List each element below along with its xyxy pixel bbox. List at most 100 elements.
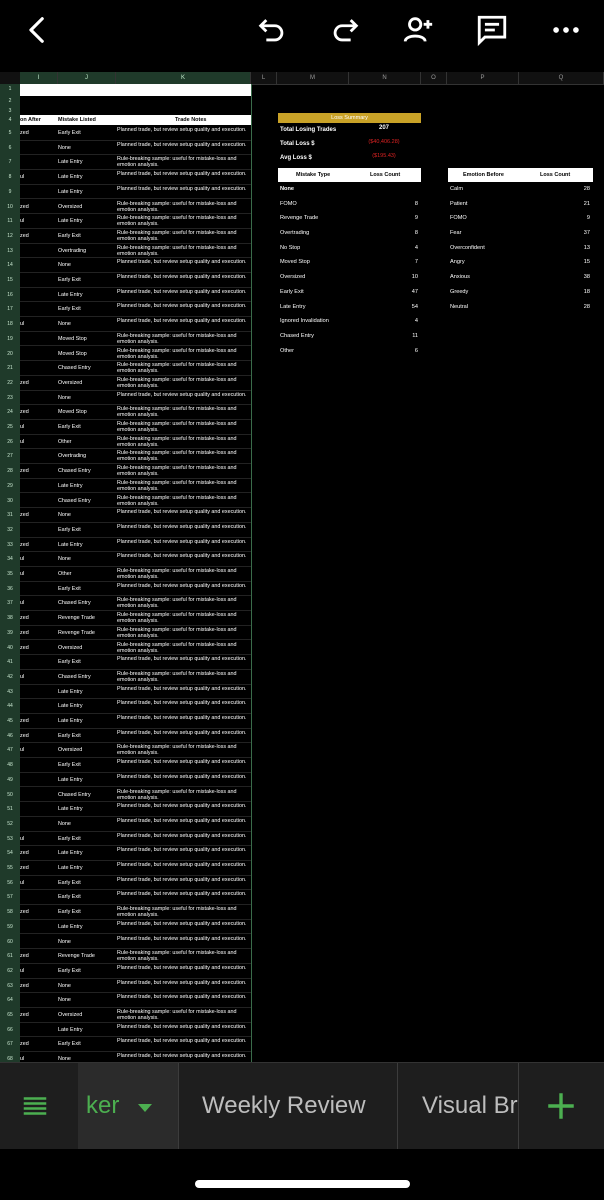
trade-notes-cell[interactable]: Planned trade, but review setup quality … (117, 656, 251, 662)
trade-notes-cell[interactable]: Planned trade, but review setup quality … (117, 847, 251, 853)
row-number[interactable]: 64 (0, 997, 20, 1003)
row-number[interactable]: 36 (0, 586, 20, 592)
trade-notes-cell[interactable]: Rule-breaking sample: useful for mistake… (117, 450, 251, 462)
mistake-listed-cell[interactable]: Early Exit (58, 909, 115, 915)
emotion-after-cell[interactable]: ul (20, 880, 58, 886)
row-number[interactable]: 9 (0, 189, 20, 195)
mistake_table-row[interactable]: Moved Stop 7 (278, 255, 421, 270)
row-number[interactable]: 20 (0, 351, 20, 357)
row-number[interactable]: 59 (0, 924, 20, 930)
trade-notes-cell[interactable]: Planned trade, but review setup quality … (117, 921, 251, 927)
redo-icon[interactable] (325, 10, 365, 50)
mistake-listed-cell[interactable]: None (58, 262, 115, 268)
mistake-listed-cell[interactable]: Chased Entry (58, 365, 115, 371)
mistake-listed-cell[interactable]: Overtrading (58, 453, 115, 459)
row-number[interactable]: 38 (0, 615, 20, 621)
emotion-after-cell[interactable]: zed (20, 512, 58, 518)
mistake-listed-cell[interactable]: Moved Stop (58, 336, 115, 342)
mistake-listed-cell[interactable]: Oversized (58, 645, 115, 651)
row-number[interactable]: 12 (0, 233, 20, 239)
row-number[interactable]: 45 (0, 718, 20, 724)
trade-notes-cell[interactable]: Planned trade, but review setup quality … (117, 803, 251, 809)
table-row[interactable]: zed Revenge Trade Rule-breaking sample: us… (20, 626, 251, 641)
row-number[interactable]: 60 (0, 939, 20, 945)
row-number[interactable]: 30 (0, 498, 20, 504)
trade-notes-cell[interactable]: Planned trade, but review setup quality … (117, 965, 251, 971)
mistake-listed-cell[interactable]: None (58, 939, 115, 945)
table-row[interactable]: None Planned trade, but review setup qual… (20, 993, 251, 1008)
mistake-listed-cell[interactable]: Chased Entry (58, 600, 115, 606)
trade-notes-cell[interactable]: Planned trade, but review setup quality … (117, 936, 251, 942)
table-row[interactable]: Late Entry Planned trade, but review setu… (20, 685, 251, 700)
trade-notes-cell[interactable]: Planned trade, but review setup quality … (117, 1038, 251, 1044)
emotion-after-cell[interactable]: zed (20, 380, 58, 386)
trade-notes-cell[interactable]: Planned trade, but review setup quality … (117, 142, 251, 148)
trade-notes-cell[interactable]: Planned trade, but review setup quality … (117, 524, 251, 530)
trade-notes-cell[interactable]: Planned trade, but review setup quality … (117, 171, 251, 177)
row-number[interactable]: 7 (0, 159, 20, 165)
mistake-listed-cell[interactable]: Early Exit (58, 836, 115, 842)
mistake-listed-cell[interactable]: Late Entry (58, 924, 115, 930)
trade-notes-cell[interactable]: Rule-breaking sample: useful for mistake… (117, 406, 251, 418)
emotion-after-cell[interactable]: zed (20, 733, 58, 739)
table-row[interactable]: Moved Stop Rule-breaking sample: useful f… (20, 332, 251, 347)
header-emotion-after[interactable]: on After (20, 115, 41, 125)
row-number[interactable]: 15 (0, 277, 20, 283)
loss-count-header[interactable]: Loss Count (540, 172, 570, 178)
mistake-listed-cell[interactable]: Overtrading (58, 248, 115, 254)
table-row[interactable]: ul Oversized Rule-breaking sample: useful … (20, 743, 251, 759)
trade-notes-cell[interactable]: Planned trade, but review setup quality … (117, 186, 251, 192)
trade-notes-cell[interactable]: Rule-breaking sample: useful for mistake… (117, 436, 251, 448)
table-row[interactable]: Late Entry Planned trade, but review setu… (20, 288, 251, 303)
row-number[interactable]: 50 (0, 792, 20, 798)
mistake_table-row[interactable]: Early Exit 47 (278, 285, 421, 300)
table-row[interactable]: ul Late Entry Rule-breaking sample: useful… (20, 214, 251, 229)
row-number[interactable]: 3 (0, 108, 20, 114)
emotion-after-cell[interactable]: ul (20, 747, 58, 753)
emotion_table-row[interactable]: FOMO 9 (448, 211, 593, 226)
mistake_table-row[interactable]: Ignored Invalidation 4 (278, 314, 421, 329)
row-number[interactable]: 43 (0, 689, 20, 695)
trade-notes-cell[interactable]: Planned trade, but review setup quality … (117, 274, 251, 280)
trade-notes-cell[interactable]: Planned trade, but review setup quality … (117, 686, 251, 692)
row-number[interactable]: 46 (0, 733, 20, 739)
table-row[interactable]: Late Entry Planned trade, but review setu… (20, 699, 251, 714)
mistake-listed-cell[interactable]: Early Exit (58, 233, 115, 239)
emotion-after-cell[interactable]: zed (20, 953, 58, 959)
table-row[interactable]: Late Entry Rule-breaking sample: useful f… (20, 155, 251, 171)
table-row[interactable]: Late Entry Planned trade, but review setu… (20, 1023, 251, 1038)
row-number[interactable]: 39 (0, 630, 20, 636)
mistake-listed-cell[interactable]: Early Exit (58, 880, 115, 886)
emotion-after-cell[interactable]: zed (20, 909, 58, 915)
table-row[interactable]: Late Entry Rule-breaking sample: useful f… (20, 479, 251, 494)
table-row[interactable]: Early Exit Planned trade, but review setu… (20, 273, 251, 288)
emotion-after-cell[interactable]: ul (20, 218, 58, 224)
table-row[interactable]: ul Other Rule-breaking sample: useful for … (20, 567, 251, 582)
mistake-listed-cell[interactable]: Early Exit (58, 894, 115, 900)
row-number[interactable]: 4 (0, 117, 20, 123)
table-row[interactable]: Chased Entry Rule-breaking sample: useful… (20, 361, 251, 376)
summary-line[interactable]: Total Losing Trades 207 (278, 123, 421, 137)
row-number[interactable]: 34 (0, 556, 20, 562)
trade-notes-cell[interactable]: Planned trade, but review setup quality … (117, 127, 251, 133)
trade-notes-cell[interactable]: Rule-breaking sample: useful for mistake… (117, 1009, 251, 1021)
emotion-after-cell[interactable]: zed (20, 983, 58, 989)
mistake-listed-cell[interactable]: Other (58, 439, 115, 445)
trade-notes-cell[interactable]: Planned trade, but review setup quality … (117, 539, 251, 545)
trade-notes-cell[interactable]: Rule-breaking sample: useful for mistake… (117, 744, 251, 756)
row-number[interactable]: 2 (0, 98, 20, 104)
row-number[interactable]: 57 (0, 894, 20, 900)
trade-notes-cell[interactable]: Rule-breaking sample: useful for mistake… (117, 789, 251, 801)
trade-notes-cell[interactable]: Planned trade, but review setup quality … (117, 994, 251, 1000)
row-number[interactable]: 8 (0, 174, 20, 180)
mistake-listed-cell[interactable]: None (58, 821, 115, 827)
table-row[interactable]: ul None Planned trade, but review setup qu… (20, 317, 251, 332)
mistake-listed-cell[interactable]: Late Entry (58, 1027, 115, 1033)
emotion-after-cell[interactable]: ul (20, 836, 58, 842)
emotion-after-cell[interactable]: ul (20, 321, 58, 327)
row-number[interactable]: 29 (0, 483, 20, 489)
header-trade-notes[interactable]: Trade Notes (175, 115, 206, 125)
table-row[interactable]: Early Exit Planned trade, but review setu… (20, 655, 251, 670)
emotion-after-cell[interactable]: zed (20, 850, 58, 856)
row-number[interactable]: 63 (0, 983, 20, 989)
